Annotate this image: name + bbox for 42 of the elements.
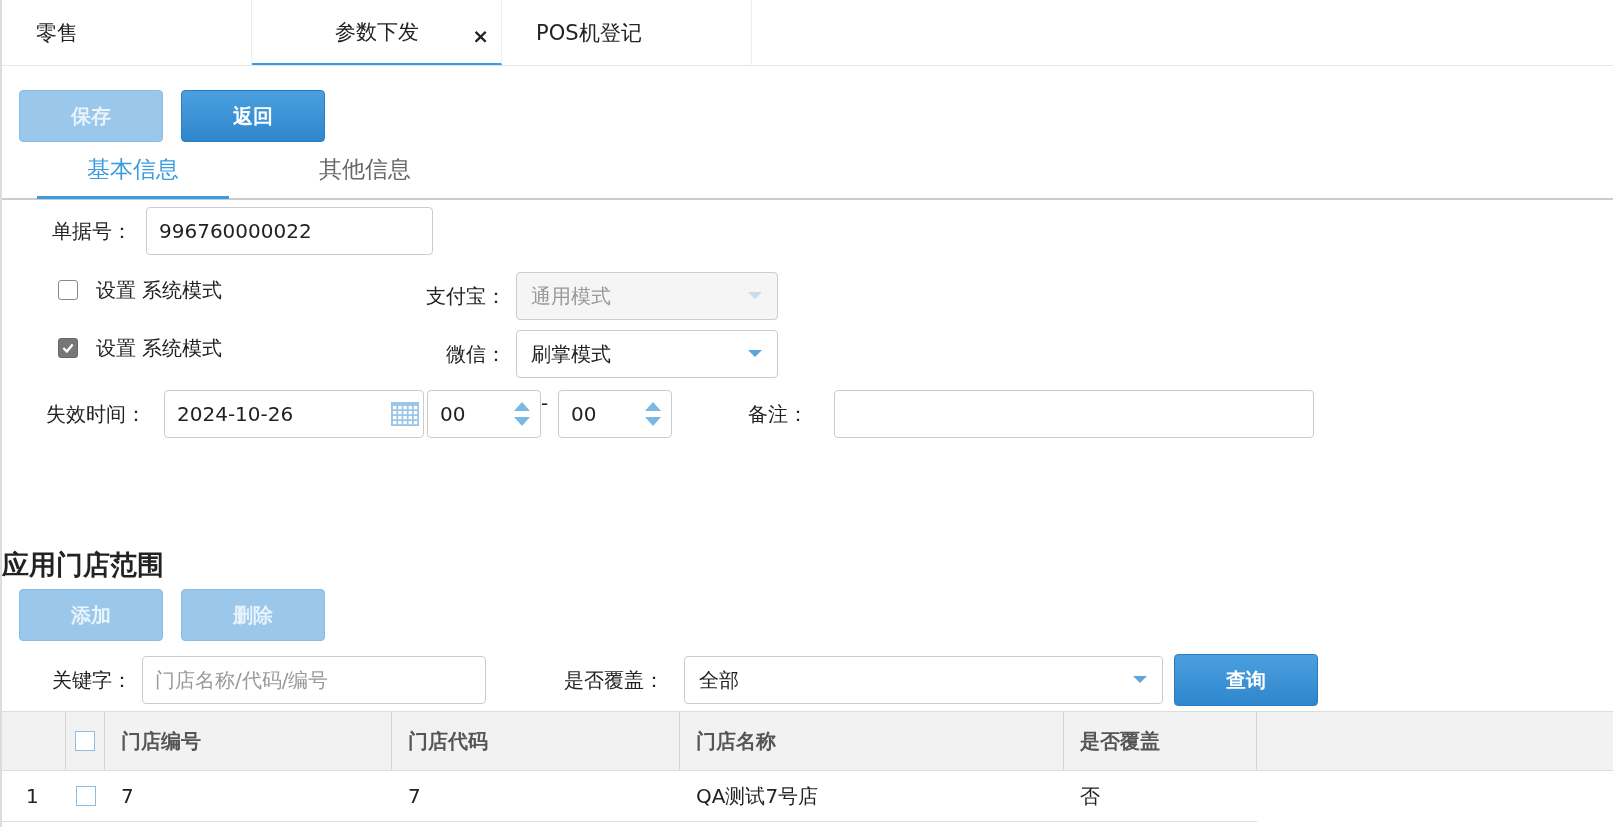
column-header: 是否覆盖 <box>1064 712 1257 770</box>
column-header: 门店名称 <box>680 712 1064 770</box>
checkbox-label: 设置 系统模式 <box>96 334 224 362</box>
dropdown[interactable]: 刷掌模式 <box>516 330 778 378</box>
hour-spinner[interactable]: 00 <box>427 390 541 438</box>
checkbox-label: 设置 系统模式 <box>96 276 224 304</box>
caret-icon <box>747 349 763 359</box>
check-icon <box>61 341 75 355</box>
input-field[interactable]: 996760000022 <box>146 207 433 255</box>
caret-icon <box>1132 675 1148 685</box>
close-icon[interactable]: × <box>472 24 489 48</box>
field-label: 微信： <box>445 340 506 368</box>
page-tab[interactable]: POS机登记 <box>502 0 752 65</box>
page-tab[interactable]: 零售 <box>2 0 252 65</box>
field-label: 关键字： <box>52 666 132 694</box>
section-title: 应用门店范围 <box>2 548 165 582</box>
page-tab[interactable]: 参数下发 × <box>252 0 502 65</box>
column-header: 门店代码 <box>392 712 680 770</box>
caret-icon <box>747 291 763 301</box>
checkbox[interactable] <box>75 786 96 806</box>
calendar-icon[interactable] <box>391 402 419 426</box>
table-cell-text: 否 <box>1079 782 1101 810</box>
table-cell-text: QA测试7号店 <box>695 782 820 810</box>
checkbox[interactable] <box>75 731 95 751</box>
field-label: 备注： <box>748 400 809 428</box>
row-number: 1 <box>25 783 40 810</box>
separator: - <box>541 391 550 415</box>
dropdown[interactable]: 全部 <box>684 656 1163 704</box>
field-label: 支付宝： <box>425 282 506 310</box>
minute-spinner[interactable]: 00 <box>558 390 672 438</box>
field-label: 是否覆盖： <box>564 666 664 694</box>
remark-field[interactable] <box>834 390 1314 438</box>
section-tab[interactable]: 其他信息 <box>269 154 461 196</box>
checkbox[interactable] <box>58 280 78 300</box>
column-header: 门店编号 <box>105 712 392 770</box>
field-label: 单据号： <box>52 217 132 245</box>
field-label: 失效时间： <box>46 400 146 428</box>
table-cell-text: 7 <box>407 783 422 810</box>
date-field[interactable]: 2024-10-26 <box>164 390 424 438</box>
search-field[interactable]: 门店名称/代码/编号 <box>142 656 486 704</box>
table-cell-text: 7 <box>120 783 135 810</box>
checkbox[interactable] <box>58 338 78 358</box>
